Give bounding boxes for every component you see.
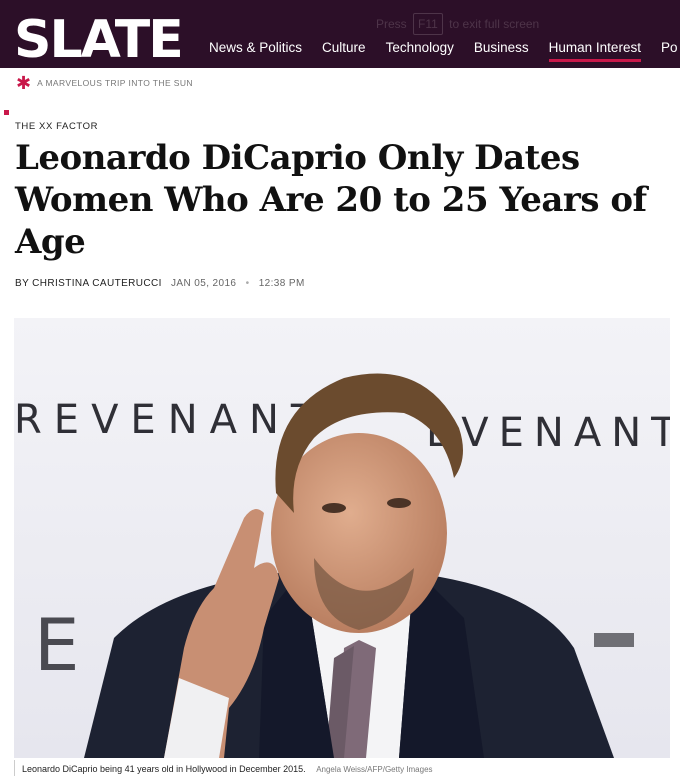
fullscreen-rest-text: to exit full screen (449, 17, 540, 31)
publish-time: 12:38 PM (258, 278, 305, 289)
section-kicker[interactable]: THE XX FACTOR (15, 121, 98, 132)
backdrop-text-lower-left: E (34, 603, 80, 687)
photo-credit: Angela Weiss/AFP/Getty Images (316, 765, 433, 774)
nav-technology[interactable]: Technology (386, 40, 454, 55)
nav-culture[interactable]: Culture (322, 40, 366, 55)
promo-text: A MARVELOUS TRIP INTO THE SUN (37, 78, 193, 88)
photo-illustration: REVENANT EVENANT E R (14, 318, 670, 758)
article-headline: Leonardo DiCaprio Only Dates Women Who A… (15, 138, 647, 262)
caption-rule (14, 760, 15, 776)
promo-link[interactable]: ✱ A MARVELOUS TRIP INTO THE SUN (16, 74, 193, 92)
corner-marker (4, 110, 9, 115)
caption-text: Leonardo DiCaprio being 41 years old in … (22, 764, 306, 774)
publish-date: JAN 05, 2016 (171, 278, 237, 289)
nav-human-interest[interactable]: Human Interest (548, 40, 642, 62)
fullscreen-notice: Press F11 to exit full screen (376, 13, 539, 35)
slate-logo[interactable]: SLATE (14, 14, 184, 66)
backdrop-text-left: REVENANT (14, 397, 327, 443)
author-name[interactable]: BY CHRISTINA CAUTERUCCI (15, 278, 162, 289)
f11-key: F11 (413, 13, 443, 35)
article-photo: REVENANT EVENANT E R (14, 318, 670, 758)
main-nav: News & Politics Culture Technology Busin… (209, 40, 680, 62)
site-header: SLATE Press F11 to exit full screen News… (0, 0, 680, 68)
nav-politics-truncated[interactable]: Po (661, 40, 678, 55)
nav-business[interactable]: Business (474, 40, 529, 55)
star-burst-icon: ✱ (16, 73, 32, 93)
byline: BY CHRISTINA CAUTERUCCI JAN 05, 2016 • 1… (15, 278, 305, 289)
photo-caption: Leonardo DiCaprio being 41 years old in … (22, 764, 433, 774)
fullscreen-press-text: Press (376, 17, 407, 31)
byline-separator: • (245, 278, 250, 289)
nav-news-politics[interactable]: News & Politics (209, 40, 302, 55)
